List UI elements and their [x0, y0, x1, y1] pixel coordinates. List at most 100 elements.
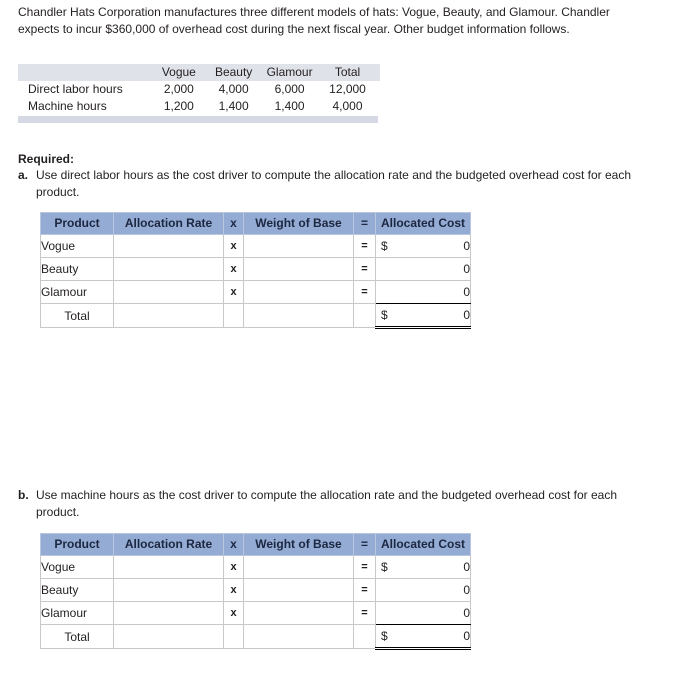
col-header-product: Product — [40, 533, 114, 556]
budget-information-table: Vogue Beauty Glamour Total Direct labor … — [18, 64, 380, 115]
budget-mh-glamour: 1,400 — [262, 98, 319, 115]
weight-of-base-input-vogue[interactable] — [243, 234, 354, 258]
allocated-cost-glamour: 0 — [375, 601, 471, 625]
allocation-rate-input-vogue[interactable] — [113, 234, 224, 258]
allocation-table-b-head: Product Allocation Rate x Weight of Base… — [40, 533, 471, 556]
budget-col-header-glamour: Glamour — [262, 64, 319, 81]
allocation-table-b-body: Vogue x = $ 0 Beauty x = 0 Glamour x = 0… — [40, 555, 471, 650]
requirement-a: a. Use direct labor hours as the cost dr… — [18, 167, 658, 200]
table-header-row: Product Allocation Rate x Weight of Base… — [40, 212, 471, 235]
requirement-a-marker: a. — [18, 168, 29, 182]
col-header-allocation-rate: Allocation Rate — [113, 212, 224, 235]
allocated-cost-vogue: $ 0 — [375, 555, 471, 579]
requirement-b: b. Use machine hours as the cost driver … — [18, 487, 658, 520]
allocation-table-a-body: Vogue x = $ 0 Beauty x = 0 Glamour x = 0… — [40, 234, 471, 329]
total-allocated-cost-value: 0 — [463, 629, 470, 643]
requirement-a-text: Use direct labor hours as the cost drive… — [36, 168, 632, 199]
budget-mh-beauty: 1,400 — [207, 98, 263, 115]
table-row: Direct labor hours 2,000 4,000 6,000 12,… — [18, 81, 380, 98]
total-multiply-spacer — [223, 303, 244, 328]
allocated-cost-value: 0 — [463, 285, 470, 299]
allocated-cost-value: 0 — [463, 560, 470, 574]
col-header-multiply: x — [223, 533, 244, 556]
budget-row-label-direct-labor-hours: Direct labor hours — [18, 81, 153, 98]
budget-table: Vogue Beauty Glamour Total Direct labor … — [18, 64, 380, 115]
table-header-row: Product Allocation Rate x Weight of Base… — [40, 533, 471, 556]
budget-col-header-total: Total — [318, 64, 380, 81]
allocation-rate-input-beauty[interactable] — [113, 578, 224, 602]
weight-of-base-input-beauty[interactable] — [243, 257, 354, 281]
allocated-cost-value: 0 — [463, 583, 470, 597]
col-header-equals: = — [353, 533, 376, 556]
col-header-allocated-cost: Allocated Cost — [375, 533, 471, 556]
row-label-total: Total — [40, 303, 114, 328]
table-row: Glamour x = 0 — [40, 601, 471, 625]
multiply-operator-icon: x — [223, 234, 244, 258]
weight-of-base-input-glamour[interactable] — [243, 280, 354, 304]
total-weight-of-base — [243, 303, 354, 328]
total-allocation-rate — [113, 303, 224, 328]
currency-symbol: $ — [381, 308, 388, 322]
budget-row-label-machine-hours: Machine hours — [18, 98, 153, 115]
currency-symbol: $ — [381, 239, 388, 253]
allocated-cost-beauty: 0 — [375, 257, 471, 281]
row-label-vogue: Vogue — [40, 234, 114, 258]
budget-table-head: Vogue Beauty Glamour Total — [18, 64, 380, 81]
equals-operator-icon: = — [353, 234, 376, 258]
col-header-weight-of-base: Weight of Base — [243, 533, 354, 556]
budget-mh-total: 4,000 — [318, 98, 380, 115]
budget-corner-cell — [18, 64, 153, 81]
total-allocated-cost: $ 0 — [375, 303, 471, 329]
budget-table-footer-bar — [18, 116, 378, 123]
row-label-glamour: Glamour — [40, 601, 114, 625]
allocated-cost-glamour: 0 — [375, 280, 471, 304]
weight-of-base-input-beauty[interactable] — [243, 578, 354, 602]
allocated-cost-value: 0 — [463, 606, 470, 620]
col-header-equals: = — [353, 212, 376, 235]
total-allocated-cost: $ 0 — [375, 624, 471, 650]
requirement-b-marker: b. — [18, 488, 29, 502]
equals-operator-icon: = — [353, 601, 376, 625]
answer-table-a: Product Allocation Rate x Weight of Base… — [40, 212, 471, 329]
allocation-rate-input-glamour[interactable] — [113, 280, 224, 304]
col-header-allocation-rate: Allocation Rate — [113, 533, 224, 556]
budget-dlh-beauty: 4,000 — [207, 81, 263, 98]
budget-header-row: Vogue Beauty Glamour Total — [18, 64, 380, 81]
allocation-rate-input-glamour[interactable] — [113, 601, 224, 625]
multiply-operator-icon: x — [223, 257, 244, 281]
row-label-beauty: Beauty — [40, 257, 114, 281]
requirement-b-text: Use machine hours as the cost driver to … — [36, 488, 618, 519]
currency-symbol: $ — [381, 560, 388, 574]
allocated-cost-value: 0 — [463, 262, 470, 276]
required-heading: Required: — [18, 152, 75, 166]
col-header-product: Product — [40, 212, 114, 235]
weight-of-base-input-glamour[interactable] — [243, 601, 354, 625]
allocation-rate-input-vogue[interactable] — [113, 555, 224, 579]
col-header-multiply: x — [223, 212, 244, 235]
multiply-operator-icon: x — [223, 555, 244, 579]
multiply-operator-icon: x — [223, 601, 244, 625]
table-row: Beauty x = 0 — [40, 257, 471, 281]
equals-operator-icon: = — [353, 578, 376, 602]
row-label-glamour: Glamour — [40, 280, 114, 304]
multiply-operator-icon: x — [223, 280, 244, 304]
budget-dlh-total: 12,000 — [318, 81, 380, 98]
equals-operator-icon: = — [353, 555, 376, 579]
col-header-allocated-cost: Allocated Cost — [375, 212, 471, 235]
table-row: Vogue x = $ 0 — [40, 555, 471, 579]
problem-intro-text: Chandler Hats Corporation manufactures t… — [18, 5, 610, 36]
budget-dlh-vogue: 2,000 — [152, 81, 208, 98]
allocation-table-b: Product Allocation Rate x Weight of Base… — [40, 533, 471, 650]
multiply-operator-icon: x — [223, 578, 244, 602]
answer-table-b: Product Allocation Rate x Weight of Base… — [40, 533, 471, 650]
table-row: Beauty x = 0 — [40, 578, 471, 602]
total-allocation-rate — [113, 624, 224, 649]
allocated-cost-vogue: $ 0 — [375, 234, 471, 258]
col-header-weight-of-base: Weight of Base — [243, 212, 354, 235]
allocation-rate-input-beauty[interactable] — [113, 257, 224, 281]
table-row: Glamour x = 0 — [40, 280, 471, 304]
allocated-cost-beauty: 0 — [375, 578, 471, 602]
table-row: Vogue x = $ 0 — [40, 234, 471, 258]
table-total-row: Total $ 0 — [40, 624, 471, 650]
weight-of-base-input-vogue[interactable] — [243, 555, 354, 579]
